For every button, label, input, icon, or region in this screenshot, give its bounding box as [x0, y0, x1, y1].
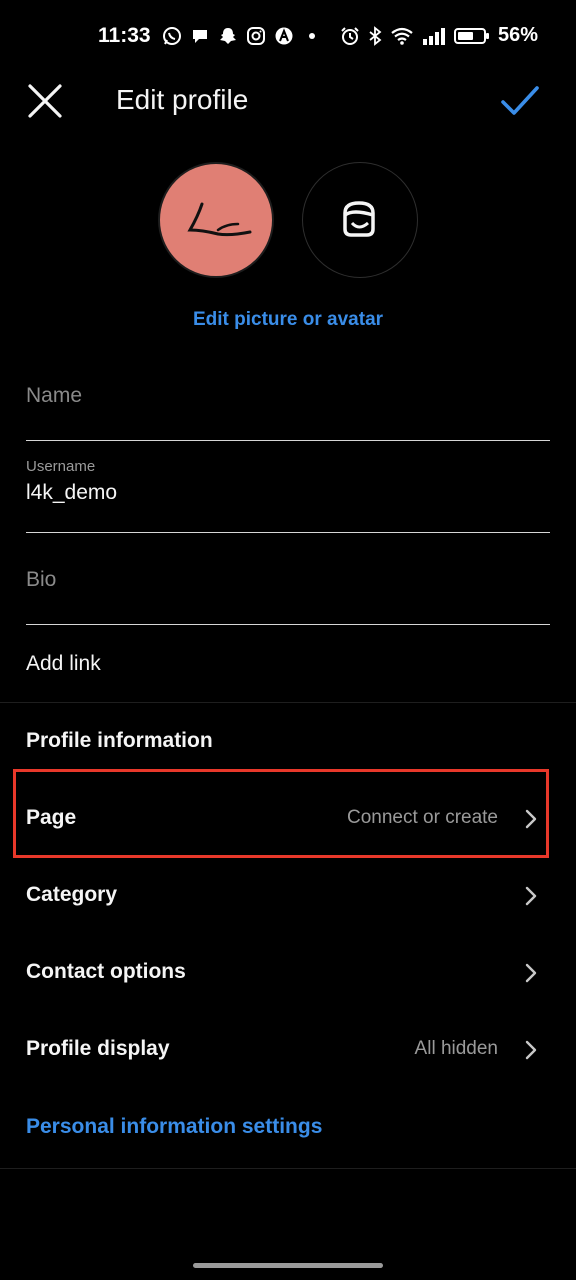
battery-icon — [453, 26, 490, 46]
contact-options-row[interactable]: Contact options — [0, 942, 576, 1002]
chevron-right-icon — [525, 809, 537, 829]
profile-picture[interactable] — [158, 162, 274, 278]
add-link-button[interactable]: Add link — [26, 652, 101, 676]
row-label: Profile display — [26, 1037, 170, 1060]
name-placeholder: Name — [26, 384, 83, 407]
bio-placeholder: Bio — [26, 568, 57, 591]
page-row[interactable]: Page Connect or create — [0, 788, 576, 848]
chevron-right-icon — [525, 886, 537, 906]
instagram-icon — [246, 26, 266, 46]
username-value: l4k_demo — [26, 481, 118, 504]
battery-percentage: 56% — [497, 24, 538, 46]
bluetooth-icon — [368, 25, 382, 46]
close-icon — [28, 84, 62, 118]
app-icon — [274, 26, 294, 46]
home-indicator[interactable] — [193, 1263, 383, 1268]
page-title: Edit profile — [116, 84, 249, 115]
checkmark-icon — [501, 86, 539, 115]
username-field[interactable]: Username l4k_demo — [26, 458, 550, 533]
alarm-icon — [340, 26, 360, 46]
save-button[interactable] — [500, 80, 540, 120]
section-divider — [0, 702, 576, 703]
chat-icon — [190, 26, 210, 46]
whatsapp-icon — [162, 26, 182, 46]
header-bar: Edit profile — [0, 76, 576, 128]
avatar-option[interactable] — [302, 162, 418, 278]
name-field[interactable]: Name — [26, 384, 550, 441]
status-bar: 11:33 56% — [0, 0, 576, 76]
bio-field[interactable]: Bio — [26, 568, 550, 625]
row-label: Category — [26, 883, 118, 906]
signal-icon — [422, 26, 446, 46]
profile-display-row[interactable]: Profile display All hidden — [0, 1019, 576, 1079]
close-button[interactable] — [26, 82, 64, 120]
bottom-divider — [0, 1168, 576, 1169]
chevron-right-icon — [525, 1040, 537, 1060]
personal-info-settings-link[interactable]: Personal information settings — [26, 1115, 322, 1139]
row-value: All hidden — [414, 1038, 498, 1059]
row-label: Contact options — [26, 960, 186, 983]
username-label: Username — [26, 458, 96, 475]
status-time: 11:33 — [98, 24, 151, 47]
row-label: Page — [26, 806, 77, 829]
section-title: Profile information — [26, 729, 213, 752]
edit-picture-link[interactable]: Edit picture or avatar — [0, 309, 576, 331]
system-icons: 56% — [340, 24, 538, 47]
dot-icon — [302, 26, 322, 46]
signature-drawing — [187, 202, 252, 237]
chevron-right-icon — [525, 963, 537, 983]
snapchat-icon — [218, 26, 238, 46]
category-row[interactable]: Category — [0, 865, 576, 925]
avatar-row — [0, 162, 576, 280]
notification-icons — [162, 26, 322, 46]
avatar-face-icon — [343, 201, 375, 237]
row-value: Connect or create — [346, 807, 498, 828]
wifi-icon — [390, 26, 414, 46]
